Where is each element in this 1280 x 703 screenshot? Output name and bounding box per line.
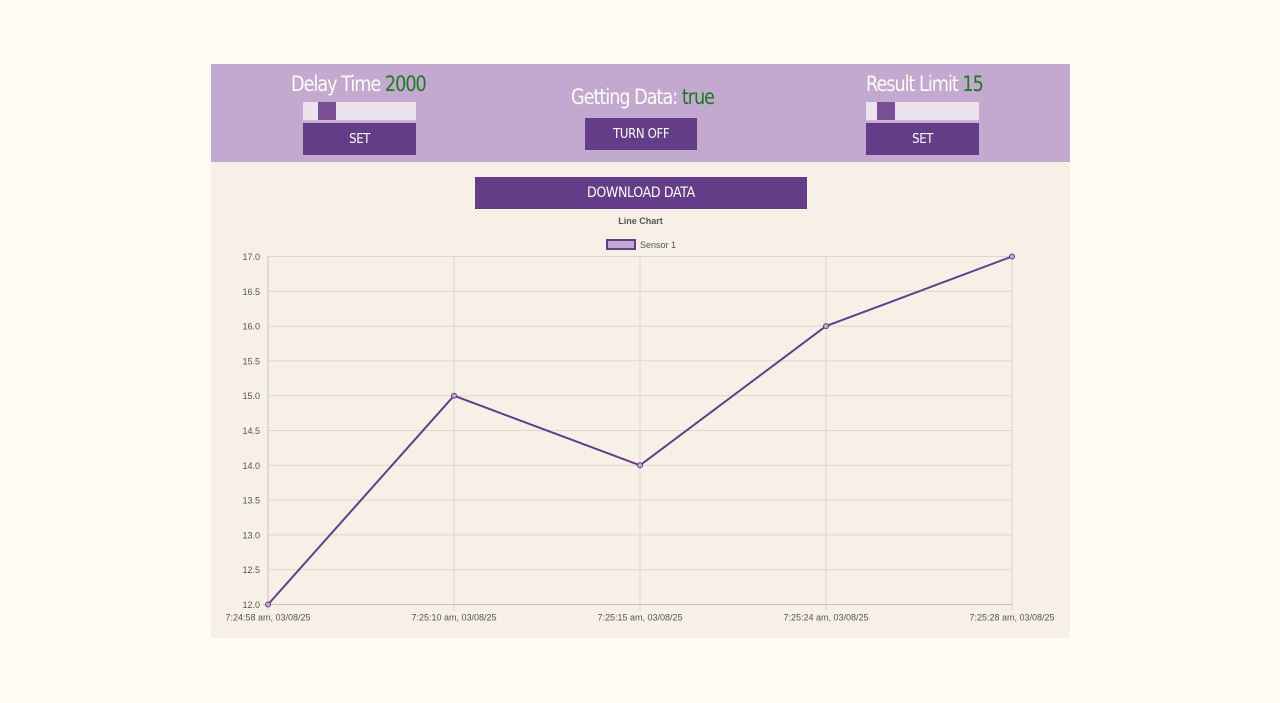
y-tick-label: 13.5 xyxy=(242,496,260,506)
y-tick-label: 13.0 xyxy=(242,530,260,540)
y-tick-label: 17.0 xyxy=(242,252,260,262)
getting-data-title: Getting Data: true xyxy=(571,85,715,109)
chart-title: Line Chart xyxy=(618,216,663,226)
result-limit-slider[interactable] xyxy=(866,102,979,122)
y-tick-label: 16.0 xyxy=(242,322,260,332)
data-point xyxy=(823,323,829,330)
y-tick-label: 15.5 xyxy=(242,356,260,366)
x-tick-label: 7:25:10 am, 03/08/25 xyxy=(411,613,496,623)
y-tick-label: 12.5 xyxy=(242,565,260,575)
result-limit-title: Result Limit 15 xyxy=(866,72,984,96)
data-point xyxy=(1009,253,1015,260)
getting-data-label: Getting Data: xyxy=(571,85,678,109)
x-tick-label: 7:25:15 am, 03/08/25 xyxy=(597,613,682,623)
y-tick-label: 14.5 xyxy=(242,426,260,436)
result-limit-slider-thumb[interactable] xyxy=(877,102,896,120)
delay-set-button[interactable]: SET xyxy=(303,123,416,155)
delay-time-slider[interactable] xyxy=(303,102,416,122)
limit-set-button[interactable]: SET xyxy=(866,123,979,155)
y-tick-label: 15.0 xyxy=(242,391,260,401)
data-point xyxy=(637,462,643,469)
download-data-button[interactable]: DOWNLOAD DATA xyxy=(475,177,807,209)
legend-label: Sensor 1 xyxy=(640,240,676,250)
line-chart: 12.0 12.5 13.0 13.5 14.0 14.5 15.0 15.5 16.0 16.5… xyxy=(225,239,1055,623)
legend-swatch xyxy=(606,239,636,250)
data-point xyxy=(265,601,271,608)
main-panel: Delay Time 2000 SET Getting Data: true T… xyxy=(211,64,1070,638)
y-tick-label: 14.0 xyxy=(242,461,260,471)
x-tick-label: 7:24:58 am, 03/08/25 xyxy=(225,613,310,623)
y-tick-label: 16.5 xyxy=(242,287,260,297)
delay-time-value: 2000 xyxy=(384,72,427,96)
control-bar: Delay Time 2000 SET Getting Data: true T… xyxy=(211,64,1070,162)
x-tick-label: 7:25:24 am, 03/08/25 xyxy=(783,613,868,623)
delay-time-label: Delay Time xyxy=(291,72,381,96)
result-limit-value: 15 xyxy=(962,72,983,96)
x-tick-label: 7:25:28 am, 03/08/25 xyxy=(969,613,1054,623)
getting-data-value: true xyxy=(681,85,715,109)
turn-off-button[interactable]: TURN OFF xyxy=(585,118,697,150)
result-limit-label: Result Limit xyxy=(866,72,959,96)
delay-time-slider-thumb[interactable] xyxy=(318,102,337,120)
y-tick-label: 12.0 xyxy=(242,600,260,610)
data-point xyxy=(451,392,457,399)
delay-time-title: Delay Time 2000 xyxy=(291,72,427,96)
legend-item: Sensor 1 xyxy=(606,239,676,250)
